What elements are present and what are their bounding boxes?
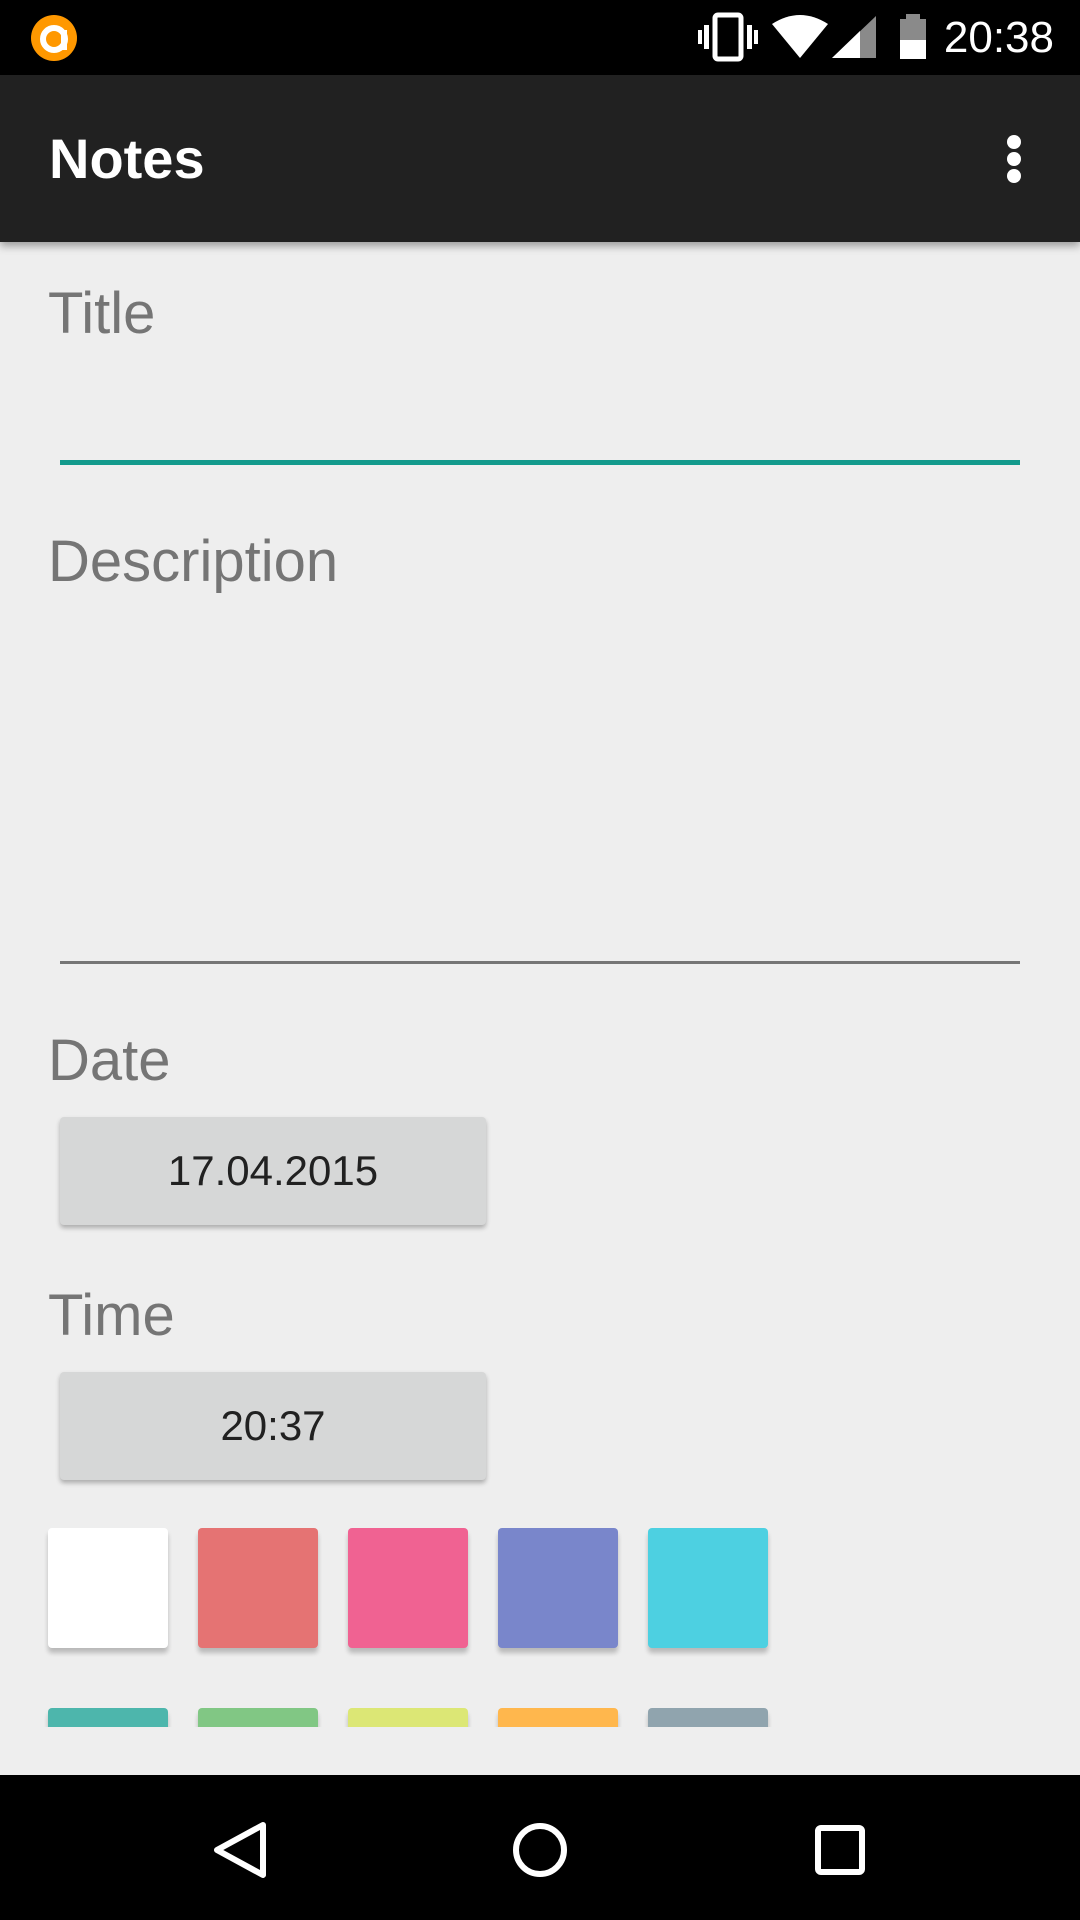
title-label: Title xyxy=(48,281,156,346)
description-input[interactable] xyxy=(60,612,1024,956)
title-underline xyxy=(60,460,1020,465)
color-swatch-cyan[interactable] xyxy=(648,1528,768,1648)
color-swatch-pink[interactable] xyxy=(348,1528,468,1648)
title-input[interactable] xyxy=(60,387,1024,455)
wifi-icon xyxy=(772,15,828,58)
date-button[interactable]: 17.04.2015 xyxy=(60,1117,486,1225)
app-notification-icon xyxy=(31,15,77,61)
status-time: 20:38 xyxy=(943,13,1054,62)
cell-signal-icon xyxy=(832,16,876,58)
recents-icon[interactable] xyxy=(795,1805,885,1895)
description-label: Description xyxy=(48,529,339,594)
description-underline xyxy=(60,961,1020,964)
more-vert-icon[interactable] xyxy=(990,127,1038,191)
home-icon[interactable] xyxy=(495,1805,585,1895)
vibrate-icon xyxy=(698,12,758,62)
time-label: Time xyxy=(48,1283,175,1348)
note-form: Title Description Date 17.04.2015 Time 2… xyxy=(0,242,1080,1775)
time-button[interactable]: 20:37 xyxy=(60,1372,486,1480)
status-bar: 20:38 xyxy=(0,0,1080,75)
color-swatch-indigo[interactable] xyxy=(498,1528,618,1648)
date-label: Date xyxy=(48,1028,171,1093)
battery-icon xyxy=(900,14,926,59)
app-title: Notes xyxy=(49,127,205,190)
color-swatch-red[interactable] xyxy=(198,1528,318,1648)
color-swatch-white[interactable] xyxy=(48,1528,168,1648)
content-fade-edge xyxy=(0,1727,1080,1775)
navigation-bar xyxy=(0,1775,1080,1920)
back-icon[interactable] xyxy=(195,1805,285,1895)
app-bar: Notes xyxy=(0,75,1080,242)
